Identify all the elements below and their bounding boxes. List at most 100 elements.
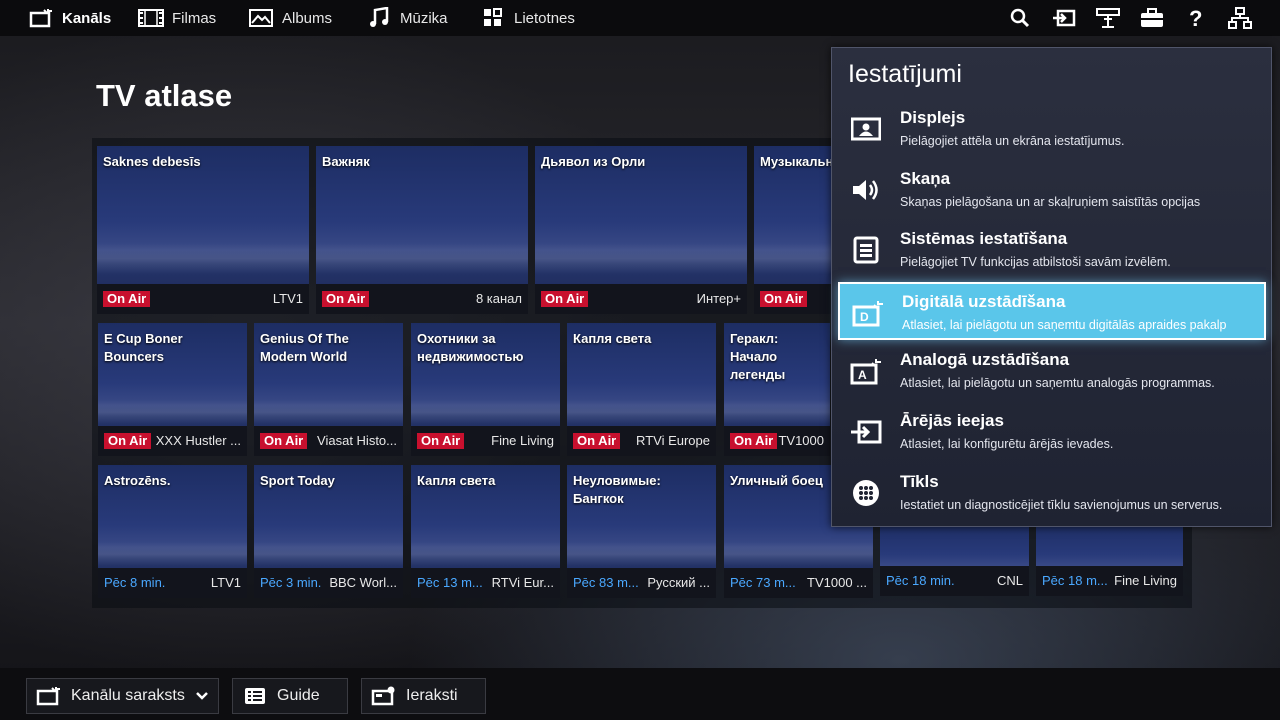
- program-title: Неуловимые: Бангкок: [573, 473, 661, 506]
- settings-item-description: Atlasiet, lai pielāgotu un saņemtu analo…: [900, 376, 1215, 390]
- on-air-badge: On Air: [573, 433, 621, 449]
- nav-item-music[interactable]: Mūzika: [366, 0, 448, 36]
- display-icon: [850, 114, 882, 144]
- input-icon[interactable]: [1052, 6, 1076, 30]
- on-air-badge: On Air: [322, 291, 370, 307]
- program-thumbnail: [254, 542, 403, 567]
- program-tile[interactable]: Astrozēns. Pēc 8 min. LTV1: [98, 465, 247, 598]
- settings-item-analog-setup[interactable]: A Analogā uzstādīšana Atlasiet, lai piel…: [838, 342, 1266, 400]
- program-tile[interactable]: Охотники за недвижимостью On Air Fine Li…: [411, 323, 560, 456]
- channel-name: TV1000 ...: [807, 575, 867, 590]
- recordings-button[interactable]: Ieraksti: [361, 678, 486, 714]
- start-time: Pēc 8 min.: [104, 575, 166, 590]
- settings-item-description: Atlasiet, lai konfigurētu ārējās ievades…: [900, 437, 1114, 451]
- channel-list-label: Kanālu saraksts: [71, 687, 185, 704]
- settings-item-external-inputs[interactable]: Ārējās ieejas Atlasiet, lai konfigurētu …: [838, 403, 1266, 461]
- program-tile[interactable]: Дьявол из Орли On Air Интер+: [535, 146, 747, 314]
- channel-list-button[interactable]: Kanālu saraksts: [26, 678, 219, 714]
- program-tile[interactable]: Saknes debesīs On Air LTV1: [97, 146, 309, 314]
- settings-item-label: Tīkls: [900, 472, 939, 491]
- program-tile[interactable]: Genius Of The Modern World On Air Viasat…: [254, 323, 403, 456]
- settings-item-system[interactable]: Sistēmas iestatīšana Pielāgojiet TV funk…: [838, 221, 1266, 279]
- nav-item-album[interactable]: Albums: [248, 0, 332, 36]
- settings-item-description: Pielāgojiet attēla un ekrāna iestatījumu…: [900, 134, 1125, 148]
- program-thumbnail: [724, 542, 873, 567]
- program-thumbnail: [567, 542, 716, 567]
- nav-label: Mūzika: [400, 9, 448, 27]
- channel-name: CNL: [996, 573, 1023, 588]
- program-tile[interactable]: Важняк On Air 8 канал: [316, 146, 528, 314]
- settings-item-sound[interactable]: Skaņa Skaņas pielāgošana un ar skaļruņie…: [838, 161, 1266, 219]
- start-time: Pēc 73 m...: [730, 575, 796, 590]
- program-thumbnail: [535, 243, 747, 274]
- nav-item-movies[interactable]: Filmas: [138, 0, 216, 36]
- settings-item-digital-setup[interactable]: D Digitālā uzstādīšana Atlasiet, lai pie…: [838, 282, 1266, 340]
- program-title: Дьявол из Орли: [541, 154, 646, 169]
- guide-icon: [241, 685, 269, 707]
- program-tile[interactable]: Sport Today Pēc 3 min. BBC Worl...: [254, 465, 403, 598]
- nav-item-channels[interactable]: Kanāls: [28, 0, 111, 36]
- settings-item-label: Analogā uzstādīšana: [900, 350, 1070, 369]
- program-thumbnail: [98, 400, 247, 425]
- program-tile[interactable]: E Cup Boner Bouncers On Air XXX Hustler …: [98, 323, 247, 456]
- start-time: Pēc 83 m...: [573, 575, 639, 590]
- program-title: Astrozēns.: [104, 473, 171, 488]
- channel-name: TV1000: [778, 433, 824, 448]
- settings-item-description: Atlasiet, lai pielāgotu un saņemtu digit…: [902, 318, 1227, 332]
- program-thumbnail: [567, 400, 716, 425]
- program-title: Капля света: [573, 331, 652, 346]
- svg-text:A: A: [858, 368, 867, 382]
- program-title: E Cup Boner Bouncers: [104, 331, 183, 364]
- start-time: Pēc 18 m...: [1042, 573, 1108, 588]
- page-title: TV atlase: [96, 78, 233, 113]
- recordings-label: Ieraksti: [406, 687, 458, 704]
- on-air-badge: On Air: [760, 291, 808, 307]
- search-icon[interactable]: [1008, 6, 1032, 30]
- guide-button[interactable]: Guide: [232, 678, 348, 714]
- nav-label: Kanāls: [62, 9, 112, 27]
- music-icon: [366, 7, 392, 28]
- on-air-badge: On Air: [260, 433, 308, 449]
- settings-item-label: Ārējās ieejas: [900, 411, 1004, 430]
- program-tile[interactable]: Капля света On Air RTVi Europe: [567, 323, 716, 456]
- program-title: Охотники за недвижимостью: [417, 331, 524, 364]
- program-tile[interactable]: Геракл: Начало легенды On Air TV1000: [724, 323, 830, 456]
- start-time: Pēc 13 m...: [417, 575, 483, 590]
- settings-item-description: Pielāgojiet TV funkcijas atbilstoši savā…: [900, 255, 1171, 269]
- network-icon[interactable]: [1228, 6, 1252, 30]
- top-right-icons: ?: [988, 0, 1252, 36]
- digital-antenna-icon: D: [852, 298, 884, 328]
- settings-item-label: Skaņa: [900, 169, 951, 188]
- channel-name: RTVi Eur...: [491, 575, 554, 590]
- program-tile[interactable]: Pēc 18 min. CNL: [880, 520, 1029, 596]
- tv-icon: [28, 8, 54, 28]
- program-tile[interactable]: Неуловимые: Бангкок Pēc 83 m... Русский …: [567, 465, 716, 598]
- channel-name: 8 канал: [475, 291, 522, 306]
- settings-item-label: Sistēmas iestatīšana: [900, 229, 1068, 248]
- settings-item-display[interactable]: Displejs Pielāgojiet attēla un ekrāna ie…: [838, 100, 1266, 158]
- program-tile[interactable]: Pēc 18 m... Fine Living: [1036, 520, 1183, 596]
- speaker-icon: [850, 175, 882, 205]
- remote-icon[interactable]: [1096, 6, 1120, 30]
- settings-panel: Iestatījumi Displejs Pielāgojiet attēla …: [831, 47, 1272, 527]
- settings-item-label: Digitālā uzstādīšana: [902, 292, 1066, 311]
- nav-item-apps[interactable]: Lietotnes: [480, 0, 575, 36]
- on-air-badge: On Air: [730, 433, 778, 449]
- channel-name: BBC Worl...: [329, 575, 397, 590]
- program-tile[interactable]: Капля света Pēc 13 m... RTVi Eur...: [411, 465, 560, 598]
- nav-label: Albums: [282, 9, 333, 27]
- top-navigation-bar: Kanāls Filmas Albums Mūzika Lietotnes ?: [0, 0, 1280, 36]
- bottom-bar: Kanālu saraksts Guide Ieraksti: [0, 668, 1280, 720]
- on-air-badge: On Air: [104, 433, 152, 449]
- chevron-down-icon: [195, 691, 209, 701]
- external-input-icon: [850, 417, 882, 447]
- on-air-badge: On Air: [417, 433, 465, 449]
- system-settings-icon: [850, 235, 882, 265]
- program-thumbnail: [98, 542, 247, 567]
- toolbox-icon[interactable]: [1140, 6, 1164, 30]
- on-air-badge: On Air: [103, 291, 151, 307]
- picture-icon: [248, 8, 274, 28]
- help-icon[interactable]: ?: [1184, 6, 1208, 30]
- program-title: Saknes debesīs: [103, 154, 201, 169]
- settings-item-network[interactable]: Tīkls Iestatiet un diagnosticējiet tīklu…: [838, 464, 1266, 522]
